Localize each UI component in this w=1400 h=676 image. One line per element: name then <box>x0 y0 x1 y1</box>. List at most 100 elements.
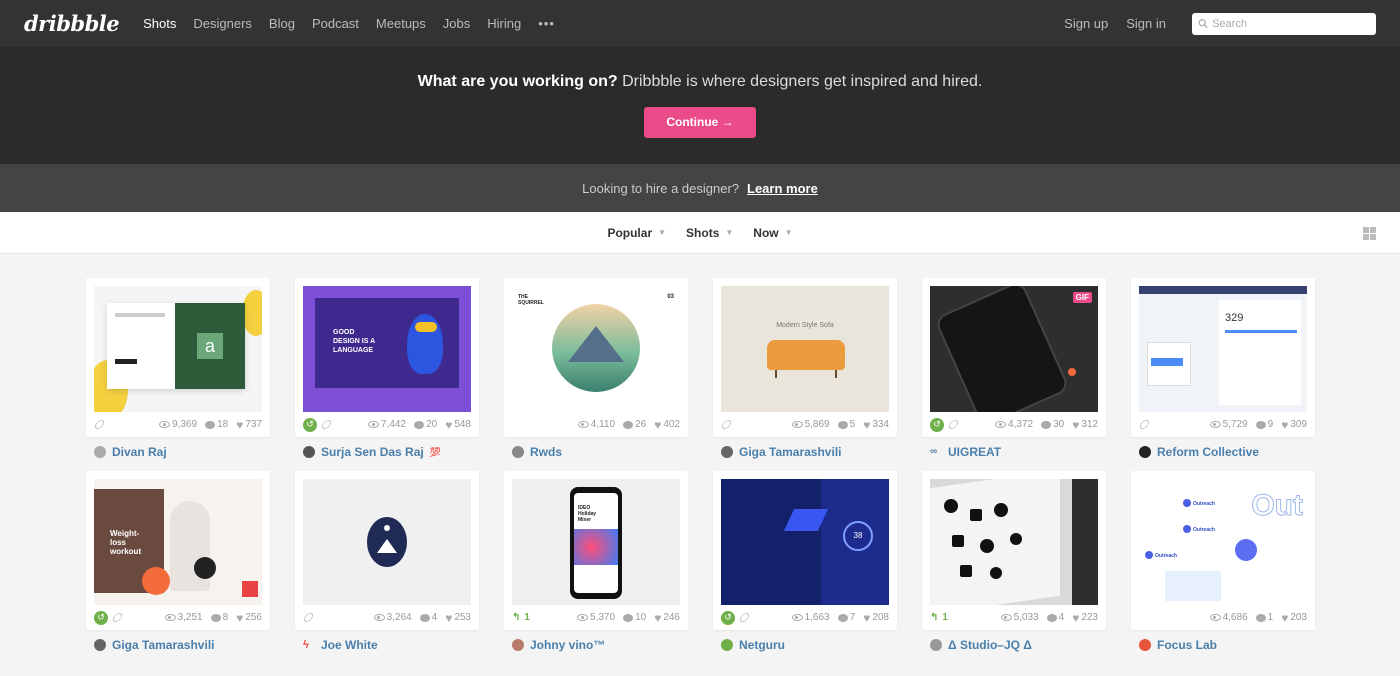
shot-author[interactable]: Giga Tamarashvili <box>86 638 270 652</box>
comments-stat[interactable]: 9 <box>1255 419 1273 430</box>
avatar[interactable] <box>1139 446 1151 458</box>
avatar[interactable] <box>1139 639 1151 651</box>
comments-stat[interactable]: 26 <box>623 419 646 430</box>
shot-card[interactable]: 329 5,729 9 ♥ 309 <box>1131 278 1315 437</box>
avatar[interactable] <box>930 639 942 651</box>
avatar[interactable] <box>512 639 524 651</box>
shot-thumbnail[interactable]: 38 <box>721 479 889 605</box>
link-icon[interactable] <box>1138 418 1151 431</box>
shot-thumbnail[interactable]: Out Outreach Outreach Outreach <box>1139 479 1307 605</box>
link-icon[interactable] <box>738 611 751 624</box>
author-name[interactable]: Rwds <box>530 445 562 459</box>
shot-thumbnail[interactable]: GIF <box>930 286 1098 412</box>
nav-link-jobs[interactable]: Jobs <box>443 16 470 31</box>
shot-author[interactable]: Δ Studio–JQ Δ <box>922 638 1106 652</box>
likes-stat[interactable]: ♥ 548 <box>445 419 471 431</box>
comments-stat[interactable]: 4 <box>1046 612 1064 623</box>
avatar[interactable] <box>512 446 524 458</box>
shot-author[interactable]: Focus Lab <box>1131 638 1315 652</box>
shot-author[interactable]: Johny vino™ <box>504 638 688 652</box>
shot-card[interactable]: a 9,369 18 ♥ 737 <box>86 278 270 437</box>
more-menu-icon[interactable]: ••• <box>538 16 555 31</box>
rebound-icon[interactable]: ↺ <box>303 417 317 432</box>
shot-author[interactable]: Surja Sen Das Raj 💯 <box>295 445 479 459</box>
shot-author[interactable]: ϟ Joe White <box>295 638 479 652</box>
shot-thumbnail[interactable]: THE SQUIRREL 03 <box>512 286 680 412</box>
shot-author[interactable]: Netguru <box>713 638 897 652</box>
author-name[interactable]: UIGREAT <box>948 445 1001 459</box>
author-name[interactable]: Johny vino™ <box>530 638 605 652</box>
filter-time[interactable]: Now ▼ <box>753 226 792 240</box>
filter-type[interactable]: Shots ▼ <box>686 226 733 240</box>
grid-view-icon[interactable] <box>1363 227 1376 240</box>
comments-stat[interactable]: 30 <box>1041 419 1064 430</box>
shot-author[interactable]: Giga Tamarashvili <box>713 445 897 459</box>
link-icon[interactable] <box>320 418 333 431</box>
sign-up-link[interactable]: Sign up <box>1064 16 1108 31</box>
shot-thumbnail[interactable] <box>303 479 471 605</box>
nav-link-hiring[interactable]: Hiring <box>487 16 521 31</box>
shot-thumbnail[interactable]: a <box>94 286 262 412</box>
likes-stat[interactable]: ♥ 208 <box>863 612 889 624</box>
nav-link-meetups[interactable]: Meetups <box>376 16 426 31</box>
link-icon[interactable] <box>93 418 106 431</box>
rebound-icon[interactable]: ↺ <box>721 610 735 625</box>
shot-thumbnail[interactable]: Weight-loss workout <box>94 479 262 605</box>
shot-card[interactable]: 38 ↺ 1,663 7 ♥ 208 <box>713 471 897 630</box>
nav-link-podcast[interactable]: Podcast <box>312 16 359 31</box>
shot-card[interactable]: IDEO Holiday Mixer ↰ 1 5,370 10 ♥ 246 <box>504 471 688 630</box>
comments-stat[interactable]: 10 <box>623 612 646 623</box>
avatar[interactable] <box>94 639 106 651</box>
shot-card[interactable]: 3,264 4 ♥ 253 <box>295 471 479 630</box>
likes-stat[interactable]: ♥ 246 <box>654 612 680 624</box>
likes-stat[interactable]: ♥ 256 <box>236 612 262 624</box>
author-name[interactable]: Δ Studio–JQ Δ <box>948 638 1032 652</box>
rebound-icon[interactable]: ↺ <box>930 417 944 432</box>
likes-stat[interactable]: ♥ 402 <box>654 419 680 431</box>
link-icon[interactable] <box>720 418 733 431</box>
author-name[interactable]: Divan Raj <box>112 445 167 459</box>
shot-thumbnail[interactable] <box>930 479 1098 605</box>
author-name[interactable]: Reform Collective <box>1157 445 1259 459</box>
search-box[interactable] <box>1192 12 1376 35</box>
link-icon[interactable] <box>302 611 315 624</box>
nav-link-shots[interactable]: Shots <box>143 16 176 31</box>
filter-sort[interactable]: Popular ▼ <box>607 226 666 240</box>
continue-button[interactable]: Continue → <box>644 107 756 138</box>
author-name[interactable]: Netguru <box>739 638 785 652</box>
comments-stat[interactable]: 5 <box>837 419 855 430</box>
rebound-icon[interactable]: ↰ <box>512 612 520 623</box>
shot-card[interactable]: GOOD DESIGN IS A LANGUAGE ↺ 7,442 20 ♥ 54… <box>295 278 479 437</box>
likes-stat[interactable]: ♥ 203 <box>1281 612 1307 624</box>
learn-more-link[interactable]: Learn more <box>747 181 818 196</box>
avatar[interactable] <box>721 639 733 651</box>
likes-stat[interactable]: ♥ 309 <box>1281 419 1307 431</box>
author-name[interactable]: Surja Sen Das Raj <box>321 445 424 459</box>
author-name[interactable]: Joe White <box>321 638 378 652</box>
shot-card[interactable]: ↰ 1 5,033 4 ♥ 223 <box>922 471 1106 630</box>
shot-author[interactable]: Divan Raj <box>86 445 270 459</box>
sign-in-link[interactable]: Sign in <box>1126 16 1166 31</box>
likes-stat[interactable]: ♥ 312 <box>1072 419 1098 431</box>
comments-stat[interactable]: 8 <box>210 612 228 623</box>
comments-stat[interactable]: 18 <box>205 419 228 430</box>
shot-author[interactable]: Rwds <box>504 445 688 459</box>
shot-card[interactable]: Weight-loss workout ↺ 3,251 8 ♥ 256 <box>86 471 270 630</box>
dribbble-logo[interactable]: dribbble <box>24 11 120 36</box>
nav-link-blog[interactable]: Blog <box>269 16 295 31</box>
link-icon[interactable] <box>947 418 960 431</box>
lightning-icon[interactable]: ϟ <box>303 639 315 651</box>
author-name[interactable]: Giga Tamarashvili <box>112 638 215 652</box>
shot-thumbnail[interactable]: IDEO Holiday Mixer <box>512 479 680 605</box>
nav-link-designers[interactable]: Designers <box>193 16 252 31</box>
author-name[interactable]: Giga Tamarashvili <box>739 445 842 459</box>
shot-card[interactable]: Modern Style Sofa 5,869 5 ♥ 334 <box>713 278 897 437</box>
likes-stat[interactable]: ♥ 223 <box>1072 612 1098 624</box>
avatar[interactable] <box>303 446 315 458</box>
rebound-icon[interactable]: ↰ <box>930 612 938 623</box>
shot-thumbnail[interactable]: GOOD DESIGN IS A LANGUAGE <box>303 286 471 412</box>
search-input[interactable] <box>1212 17 1370 30</box>
link-icon[interactable] <box>111 611 124 624</box>
author-name[interactable]: Focus Lab <box>1157 638 1217 652</box>
infinity-icon[interactable]: ∞ <box>930 446 942 458</box>
